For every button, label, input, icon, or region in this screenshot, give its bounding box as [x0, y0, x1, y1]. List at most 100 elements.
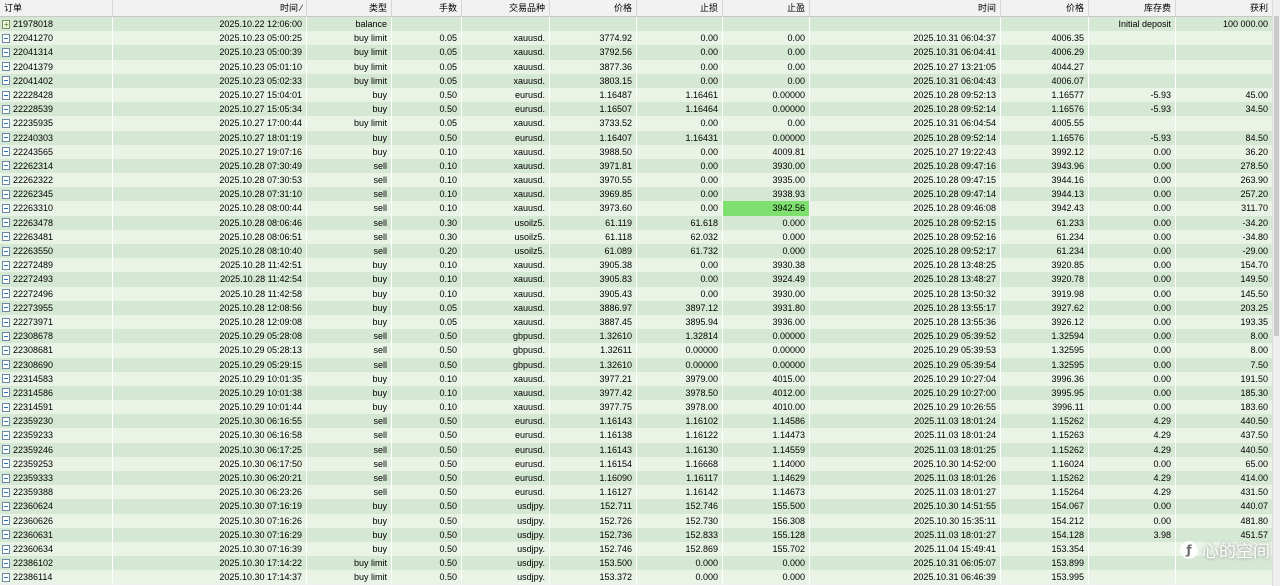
cell-lots: 0.30 — [392, 229, 462, 244]
vertical-scrollbar[interactable] — [1272, 0, 1280, 586]
table-row[interactable]: 22263310 2025.10.28 08:00:44 sell 0.10 xauus… — [0, 201, 1273, 216]
table-row[interactable]: 22359253 2025.10.30 06:17:50 sell 0.50 eurus… — [0, 456, 1273, 471]
cell-close_time — [810, 17, 1001, 32]
table-row[interactable]: 22308690 2025.10.29 05:29:15 sell 0.50 gbpus… — [0, 357, 1273, 372]
column-header-lots[interactable]: 手数 — [392, 0, 462, 16]
column-header-tp[interactable]: 止盈 — [723, 0, 810, 16]
table-row[interactable]: 22314583 2025.10.29 10:01:35 buy 0.10 xauusd… — [0, 371, 1273, 386]
cell-type: buy limit — [307, 570, 392, 585]
table-row[interactable]: 22272496 2025.10.28 11:42:58 buy 0.10 xauusd… — [0, 286, 1273, 301]
cell-close_time: 2025.10.29 05:39:52 — [810, 329, 1001, 344]
table-row[interactable]: 22263550 2025.10.28 08:10:40 sell 0.20 usoil… — [0, 244, 1273, 259]
cell-swap: 0.00 — [1089, 201, 1176, 216]
cell-profit: 263.90 — [1176, 173, 1273, 188]
table-row[interactable]: 22228428 2025.10.27 15:04:01 buy 0.50 eurusd… — [0, 87, 1273, 103]
table-row[interactable]: 22359233 2025.10.30 06:16:58 sell 0.50 eurus… — [0, 428, 1273, 443]
cell-close_time: 2025.11.03 18:01:27 — [810, 485, 1001, 500]
column-header-swap[interactable]: 库存费 — [1089, 0, 1176, 16]
table-row[interactable]: 22308681 2025.10.29 05:28:13 sell 0.50 gbpus… — [0, 343, 1273, 358]
table-row[interactable]: 22272489 2025.10.28 11:42:51 buy 0.10 xauusd… — [0, 258, 1273, 273]
column-header-price[interactable]: 价格 — [550, 0, 637, 16]
table-row[interactable]: 22314586 2025.10.29 10:01:38 buy 0.10 xauusd… — [0, 385, 1273, 401]
table-row[interactable]: 22386102 2025.10.30 17:14:22 buy limit 0.50… — [0, 556, 1273, 571]
cell-symbol: xauusd. — [462, 31, 550, 46]
table-row[interactable]: 22262322 2025.10.28 07:30:53 sell 0.10 xauus… — [0, 173, 1273, 188]
cell-close_price: 4006.07 — [1001, 73, 1089, 88]
column-header-time[interactable]: 时间 ⁄ — [113, 0, 307, 16]
cell-time: 2025.10.28 08:06:51 — [113, 229, 307, 244]
table-row[interactable]: 22308678 2025.10.29 05:28:08 sell 0.50 gbpus… — [0, 329, 1273, 344]
cell-order: 22263481 — [0, 229, 113, 244]
cell-type: sell — [307, 357, 392, 372]
table-row[interactable]: 22386114 2025.10.30 17:14:37 buy limit 0.50… — [0, 570, 1273, 585]
table-row[interactable]: 22243565 2025.10.27 19:07:16 buy 0.10 xauusd… — [0, 144, 1273, 159]
cell-swap: 4.29 — [1089, 428, 1176, 443]
f-logo-icon: ƒ — [1180, 540, 1198, 559]
cell-lots: 0.05 — [392, 116, 462, 131]
column-header-close_price[interactable]: 价格 — [1001, 0, 1089, 16]
cell-price: 153.500 — [550, 556, 637, 571]
order-number: 22272493 — [13, 274, 54, 285]
table-row[interactable]: 22041270 2025.10.23 05:00:25 buy limit 0.05… — [0, 31, 1273, 46]
table-row[interactable]: 21978018 2025.10.22 12:06:00balance Initia… — [0, 17, 1273, 32]
table-row[interactable]: 22360624 2025.10.30 07:16:19 buy 0.50 usdjpy… — [0, 499, 1273, 514]
table-row[interactable]: 22273955 2025.10.28 12:08:56 buy 0.05 xauusd… — [0, 300, 1273, 315]
cell-close_time: 2025.10.29 10:27:04 — [810, 371, 1001, 386]
table-row[interactable]: 22272493 2025.10.28 11:42:54 buy 0.10 xauusd… — [0, 272, 1273, 287]
table-row[interactable]: 22359333 2025.10.30 06:20:21 sell 0.50 eurus… — [0, 471, 1273, 486]
cell-tp: 3942.56 — [723, 201, 810, 216]
column-header-sl[interactable]: 止损 — [637, 0, 723, 16]
table-row[interactable]: 22263478 2025.10.28 08:06:46 sell 0.30 usoil… — [0, 215, 1273, 230]
order-document-icon — [2, 161, 10, 171]
table-row[interactable]: 22041379 2025.10.23 05:01:10 buy limit 0.05… — [0, 59, 1273, 74]
table-row[interactable]: 22041402 2025.10.23 05:02:33 buy limit 0.05… — [0, 73, 1273, 88]
column-header-type[interactable]: 类型 — [307, 0, 392, 16]
table-row[interactable]: 22240303 2025.10.27 18:01:19 buy 0.50 eurusd… — [0, 130, 1273, 145]
cell-close_time: 2025.10.28 09:52:14 — [810, 102, 1001, 117]
cell-tp: 0.000 — [723, 244, 810, 259]
cell-order: 22308690 — [0, 357, 113, 372]
cell-type: sell — [307, 173, 392, 188]
order-number: 22041314 — [13, 47, 54, 58]
table-row[interactable]: 22359230 2025.10.30 06:16:55 sell 0.50 eurus… — [0, 414, 1273, 429]
order-number: 22359388 — [13, 487, 54, 498]
column-header-profit[interactable]: 获利 — [1176, 0, 1273, 16]
table-row[interactable]: 22359388 2025.10.30 06:23:26 sell 0.50 eurus… — [0, 485, 1273, 500]
table-row[interactable]: 22360626 2025.10.30 07:16:26 buy 0.50 usdjpy… — [0, 513, 1273, 528]
column-header-symbol[interactable]: 交易品种 — [462, 0, 550, 16]
table-row[interactable]: 22228539 2025.10.27 15:05:34 buy 0.50 eurusd… — [0, 102, 1273, 117]
order-document-icon — [2, 90, 10, 100]
table-row[interactable]: 22235935 2025.10.27 17:00:44 buy limit 0.05… — [0, 116, 1273, 131]
cell-time: 2025.10.30 07:16:29 — [113, 527, 307, 542]
cell-swap — [1089, 45, 1176, 60]
table-row[interactable]: 22360634 2025.10.30 07:16:39 buy 0.50 usdjpy… — [0, 541, 1273, 557]
cell-lots — [392, 17, 462, 32]
table-row[interactable]: 22314591 2025.10.29 10:01:44 buy 0.10 xauusd… — [0, 400, 1273, 415]
cell-time: 2025.10.22 12:06:00 — [113, 17, 307, 32]
table-row[interactable]: 22360631 2025.10.30 07:16:29 buy 0.50 usdjpy… — [0, 527, 1273, 542]
scrollbar-thumb[interactable] — [1274, 16, 1279, 336]
cell-swap — [1089, 541, 1176, 557]
table-row[interactable]: 22273971 2025.10.28 12:09:08 buy 0.05 xauusd… — [0, 314, 1273, 330]
cell-type: buy — [307, 258, 392, 273]
column-header-close_time[interactable]: 时间 — [810, 0, 1001, 16]
table-row[interactable]: 22262345 2025.10.28 07:31:10 sell 0.10 xauus… — [0, 187, 1273, 202]
order-document-icon — [2, 260, 10, 270]
cell-profit — [1176, 31, 1273, 46]
table-row[interactable]: 22262314 2025.10.28 07:30:49 sell 0.10 xauus… — [0, 158, 1273, 174]
cell-swap: 0.00 — [1089, 357, 1176, 372]
cell-profit — [1176, 116, 1273, 131]
table-row[interactable]: 22041314 2025.10.23 05:00:39 buy limit 0.05… — [0, 45, 1273, 60]
cell-sl: 1.16461 — [637, 87, 723, 103]
order-number: 22359253 — [13, 458, 54, 469]
column-header-order[interactable]: 订单 — [0, 0, 113, 16]
table-row[interactable]: 22263481 2025.10.28 08:06:51 sell 0.30 usoil… — [0, 229, 1273, 244]
order-document-icon — [2, 133, 10, 143]
cell-sl: 0.00000 — [637, 357, 723, 372]
cell-type: sell — [307, 428, 392, 443]
cell-close_time: 2025.10.29 05:39:54 — [810, 357, 1001, 372]
cell-price: 1.16407 — [550, 130, 637, 145]
order-document-icon — [2, 303, 10, 313]
table-row[interactable]: 22359246 2025.10.30 06:17:25 sell 0.50 eurus… — [0, 442, 1273, 457]
cell-close_time: 2025.10.28 09:52:13 — [810, 87, 1001, 103]
